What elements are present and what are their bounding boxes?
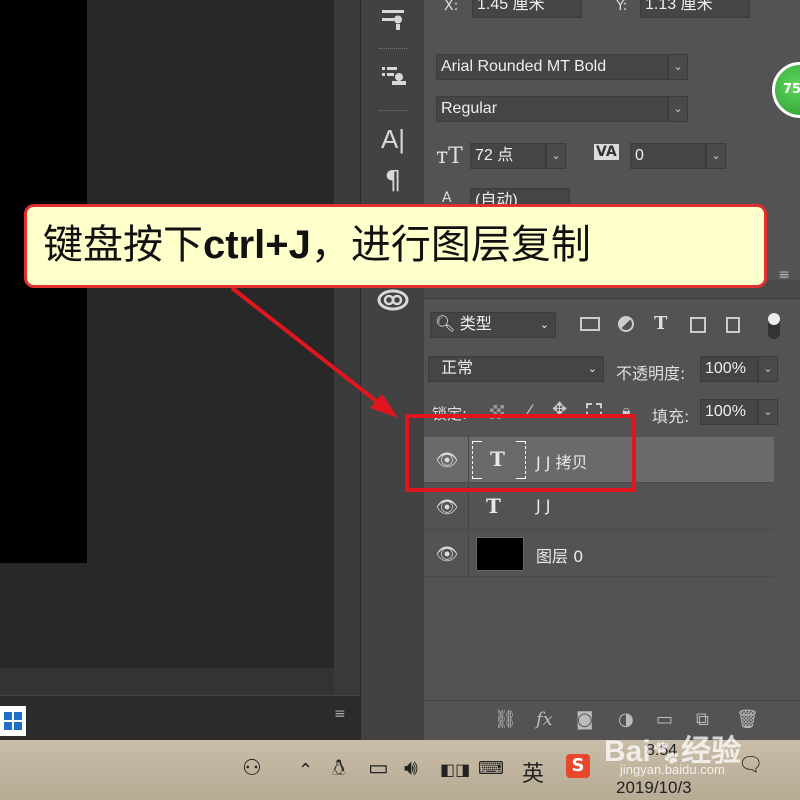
- qq-icon[interactable]: 🐧︎: [332, 756, 346, 784]
- keyboard-icon[interactable]: ⌨: [478, 758, 504, 779]
- fx-icon[interactable]: fx: [536, 709, 553, 730]
- mask-icon[interactable]: ◙: [576, 709, 593, 730]
- battery-icon[interactable]: ▭: [368, 756, 389, 781]
- dolby-icon[interactable]: ◧◨: [440, 760, 470, 779]
- ime-language-indicator[interactable]: 英: [522, 756, 544, 788]
- annotation-arrow: [230, 286, 398, 418]
- sogou-ime-icon[interactable]: S: [566, 754, 590, 778]
- chevron-up-icon[interactable]: ⌃: [298, 760, 313, 781]
- instruction-callout: 键盘按下ctrl+J，进行图层复制: [24, 204, 767, 288]
- clock-date[interactable]: 2019/10/3: [616, 778, 692, 798]
- speaker-icon[interactable]: 🔊︎: [404, 756, 418, 781]
- watermark-url: jingyan.baidu.com: [620, 762, 725, 777]
- callout-suffix: ，进行图层复制: [310, 222, 591, 268]
- link-icon[interactable]: ⛓︎: [494, 709, 517, 730]
- callout-prefix: 键盘按下: [43, 222, 203, 268]
- callout-shortcut: ctrl+J: [203, 223, 311, 267]
- people-icon[interactable]: ⚇: [242, 756, 262, 781]
- notification-icon[interactable]: 🗨︎: [738, 752, 763, 776]
